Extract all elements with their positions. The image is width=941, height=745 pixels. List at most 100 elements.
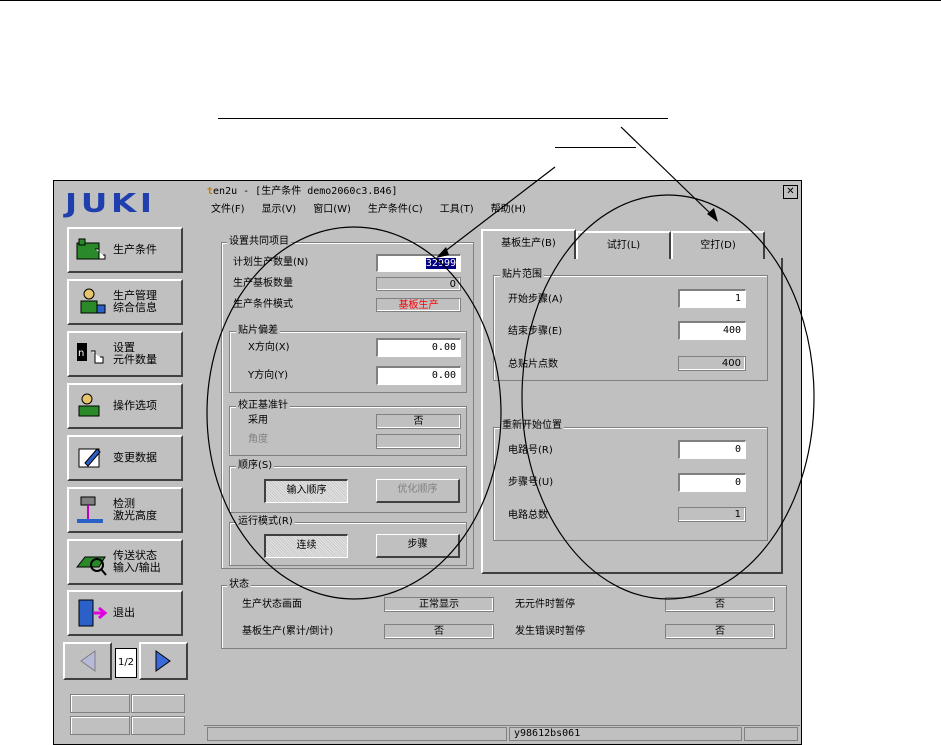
window-title: en2u - [生产条件 demo2060c3.B46] [213,186,398,197]
mode-label: 生产条件模式 [233,299,293,310]
status-code: y98612bs061 [509,727,742,741]
total-circuits-value: 1 [678,507,746,522]
tab-board-production[interactable]: 基板生产(B) [481,229,576,259]
close-icon[interactable]: ✕ [783,185,798,199]
range-title: 贴片范围 [500,269,544,281]
end-step-label: 结束步骤(E) [508,326,563,337]
sidebar-btn-label: 生产条件 [113,243,157,256]
sidebar-btn-label: 传送状态 输入/输出 [113,549,161,574]
pin-title: 校正基准针 [236,400,290,412]
input-order-button[interactable]: 输入顺序 [264,479,348,503]
step-no-label: 步骤号(U) [508,477,554,488]
step-no-input[interactable]: 0 [678,473,746,492]
error-pause-label: 发生错误时暂停 [515,626,585,637]
sidebar-btn-exit[interactable]: 退出 [67,590,183,636]
sidebar-btn-component-count[interactable]: n 设置 元件数量 [67,331,183,377]
arrow-right-icon [155,650,171,672]
order-title: 顺序(S) [236,460,275,472]
sidebar-btn-production-conditions[interactable]: 生产条件 [67,227,183,273]
pin-use-label: 采用 [248,415,268,426]
circuit-no-label: 电路号(R) [508,445,553,456]
top-rule [0,0,941,1]
offset-y-label: Y方向(Y) [248,370,289,381]
sidebar-btn-options[interactable]: 操作选项 [67,383,183,429]
sidebar-slot[interactable] [131,716,185,735]
operator-icon [75,391,109,421]
pin-angle-label: 角度 [248,434,268,445]
no-part-pause-label: 无元件时暂停 [515,599,575,610]
total-points-value: 400 [678,356,746,371]
title-bar: ten2u - [生产条件 demo2060c3.B46] [204,184,800,199]
start-step-label: 开始步骤(A) [508,294,563,305]
menu-file[interactable]: 文件(F) [211,204,245,215]
continuous-button[interactable]: 连续 [264,534,348,558]
menu-help[interactable]: 帮助(H) [491,204,526,215]
menu-view[interactable]: 显示(V) [262,204,297,215]
run-mode-title: 运行模式(R) [236,516,295,528]
sidebar-btn-change-data[interactable]: 变更数据 [67,435,183,481]
sidebar-btn-label: 变更数据 [113,451,157,464]
chart-icon [75,287,109,317]
status-pane [207,727,507,741]
menu-production-conditions[interactable]: 生产条件(C) [368,204,423,215]
error-pause-value[interactable]: 否 [665,624,775,639]
board-count-label: 基板生产(累计/倒计) [242,626,334,637]
restart-title: 重新开始位置 [500,420,564,432]
pin-angle-value [376,434,461,449]
next-page-button[interactable] [139,642,188,680]
step-button[interactable]: 步骤 [376,534,460,558]
arrow-left-icon [80,650,96,672]
edit-icon [75,443,109,473]
prev-page-button[interactable] [63,642,112,680]
menu-bar: 文件(F) 显示(V) 窗口(W) 生产条件(C) 工具(T) 帮助(H) [204,202,800,218]
factory-icon [75,235,109,265]
end-step-input[interactable]: 400 [678,321,746,340]
conveyor-icon [75,547,109,577]
common-settings-title: 设置共同项目 [227,236,291,248]
sidebar-btn-label: 生产管理 综合信息 [113,289,157,314]
total-circuits-label: 电路总数 [508,510,548,521]
annotation-line-short [555,147,636,148]
sidebar-btn-production-info[interactable]: 生产管理 综合信息 [67,279,183,325]
exit-door-icon [75,598,109,628]
produced-label: 生产基板数量 [233,278,293,289]
sidebar-slot[interactable] [70,694,130,713]
optimize-order-button[interactable]: 优化顺序 [376,479,460,503]
status-title: 状态 [227,579,251,591]
offset-x-label: X方向(X) [248,342,290,353]
status-screen-value[interactable]: 正常显示 [384,597,494,612]
sidebar-btn-label: 退出 [113,606,135,619]
offset-title: 贴片偏差 [236,325,280,337]
offset-x-input[interactable]: 0.00 [376,338,461,357]
no-part-pause-value[interactable]: 否 [665,597,775,612]
board-count-value[interactable]: 否 [384,624,494,639]
status-screen-label: 生产状态画面 [242,599,302,610]
start-step-input[interactable]: 1 [678,289,746,308]
sidebar-btn-label: 操作选项 [113,399,157,412]
status-group [221,585,787,649]
total-points-label: 总贴片点数 [508,359,558,370]
sidebar-btn-conveyor-io[interactable]: 传送状态 输入/输出 [67,539,183,585]
page-indicator: 1/2 [115,648,137,678]
circuit-no-input[interactable]: 0 [678,440,746,459]
produced-value: 0 [376,277,461,291]
sidebar-btn-label: 检测 激光高度 [113,497,157,522]
laser-icon [75,495,109,525]
menu-tools[interactable]: 工具(T) [440,204,474,215]
status-pane [744,727,798,741]
plan-qty-input[interactable]: 32999 [376,254,461,272]
annotation-line-long [218,118,668,119]
juki-logo: JUKI [65,189,156,219]
tab-trial[interactable]: 试打(L) [576,231,671,259]
tab-dry-run[interactable]: 空打(D) [671,231,765,259]
sidebar-slot[interactable] [70,716,130,735]
offset-y-input[interactable]: 0.00 [376,366,461,385]
sidebar-btn-label: 设置 元件数量 [113,341,157,366]
component-icon: n [75,339,109,369]
svg-text:n: n [78,348,84,359]
menu-window[interactable]: 窗口(W) [313,204,351,215]
sidebar-slot[interactable] [131,694,185,713]
sidebar-btn-laser-height[interactable]: 检测 激光高度 [67,487,183,533]
plan-qty-label: 计划生产数量(N) [233,257,309,268]
pin-use-value[interactable]: 否 [376,414,461,429]
